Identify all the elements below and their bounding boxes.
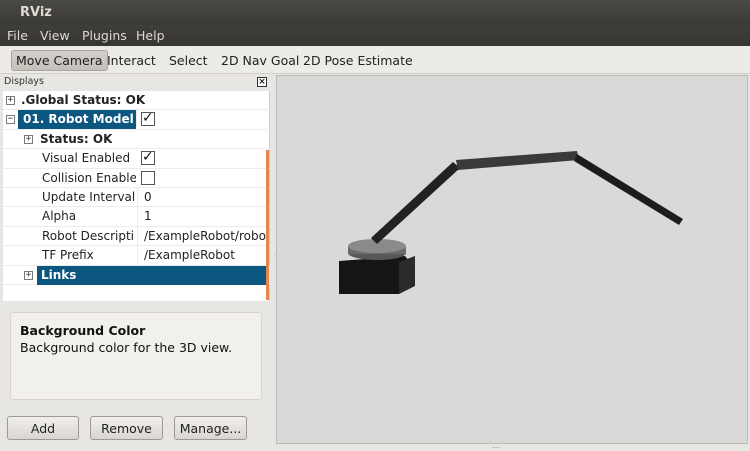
pose-estimate-tool[interactable]: 2D Pose Estimate — [299, 50, 417, 71]
menu-file[interactable]: File — [7, 28, 28, 43]
scroll-indicator — [266, 150, 269, 300]
menu-bar: File View Plugins Help — [0, 25, 750, 46]
description-title: Background Color — [20, 323, 146, 338]
interact-tool[interactable]: Interact — [103, 50, 160, 71]
robot-model-label: 01. Robot Model ( — [23, 112, 137, 127]
expand-icon[interactable]: + — [6, 96, 15, 105]
collision-enabled-label: Collision Enable — [42, 170, 136, 185]
description-text: Background color for the 3D view. — [20, 340, 233, 355]
select-tool[interactable]: Select — [165, 50, 212, 71]
resize-handle-icon[interactable]: ⋯ — [492, 444, 500, 451]
tree-row-visual-enabled[interactable]: Visual Enabled — [3, 149, 270, 169]
collision-enabled-checkbox[interactable] — [141, 170, 155, 185]
tree-row-tf-prefix[interactable]: TF Prefix /ExampleRobot — [3, 246, 270, 266]
property-description-box: Background Color Background color for th… — [10, 312, 262, 400]
status-label: Status: OK — [40, 131, 113, 146]
menu-help[interactable]: Help — [136, 28, 165, 43]
tree-row-collision-enabled[interactable]: Collision Enable — [3, 169, 270, 188]
visual-enabled-checkbox[interactable] — [141, 149, 155, 166]
nav-goal-tool[interactable]: 2D Nav Goal — [217, 50, 303, 71]
tree-row-robot-model[interactable]: − 01. Robot Model ( — [3, 110, 270, 130]
add-button[interactable]: Add — [7, 416, 79, 440]
tool-bar: Move Camera Interact Select 2D Nav Goal … — [0, 46, 750, 74]
alpha-value[interactable]: 1 — [137, 207, 270, 227]
close-icon[interactable]: × — [257, 77, 267, 87]
expand-icon[interactable]: + — [24, 134, 33, 144]
menu-view[interactable]: View — [40, 28, 70, 43]
remove-button[interactable]: Remove — [90, 416, 163, 440]
expand-icon[interactable]: + — [24, 270, 33, 280]
tree-row-global-status[interactable]: + .Global Status: OK — [3, 91, 270, 111]
links-label: Links — [41, 267, 77, 282]
tree-row-alpha[interactable]: Alpha 1 — [3, 207, 270, 227]
robot-description-label: Robot Descripti — [42, 228, 135, 243]
collapse-icon[interactable]: − — [6, 115, 15, 125]
robot-link-3 — [574, 154, 683, 225]
displays-panel-title: Displays — [4, 76, 44, 87]
tf-prefix-label: TF Prefix — [42, 248, 94, 263]
displays-tree[interactable]: + .Global Status: OK − 01. Robot Model (… — [3, 91, 270, 301]
menu-plugins[interactable]: Plugins — [82, 28, 127, 43]
window-title: RViz — [0, 0, 750, 25]
tree-row-update-interval[interactable]: Update Interval 0 — [3, 188, 270, 208]
move-camera-tool[interactable]: Move Camera — [11, 50, 108, 71]
update-interval-value[interactable]: 0 — [137, 188, 270, 207]
visual-enabled-label: Visual Enabled — [42, 151, 131, 166]
tree-row-status[interactable]: + Status: OK — [3, 130, 270, 150]
tree-row-links[interactable]: + Links — [3, 265, 270, 285]
robot-description-value[interactable]: /ExampleRobot/robo — [137, 226, 270, 246]
update-interval-label: Update Interval — [42, 190, 136, 204]
manage-button[interactable]: Manage... — [174, 416, 247, 440]
3d-viewport[interactable] — [276, 75, 748, 444]
robot-model-checkbox[interactable] — [141, 110, 155, 127]
global-status-label: .Global Status: OK — [21, 93, 146, 107]
tf-prefix-value[interactable]: /ExampleRobot — [137, 246, 270, 266]
alpha-label: Alpha — [42, 209, 77, 224]
splitter-handle[interactable]: ⋮ — [272, 252, 278, 266]
robot-link-2 — [456, 151, 579, 170]
robot-link-1 — [371, 162, 460, 244]
robot-render — [339, 151, 683, 294]
tree-row-robot-description[interactable]: Robot Descripti /ExampleRobot/robo — [3, 226, 270, 247]
